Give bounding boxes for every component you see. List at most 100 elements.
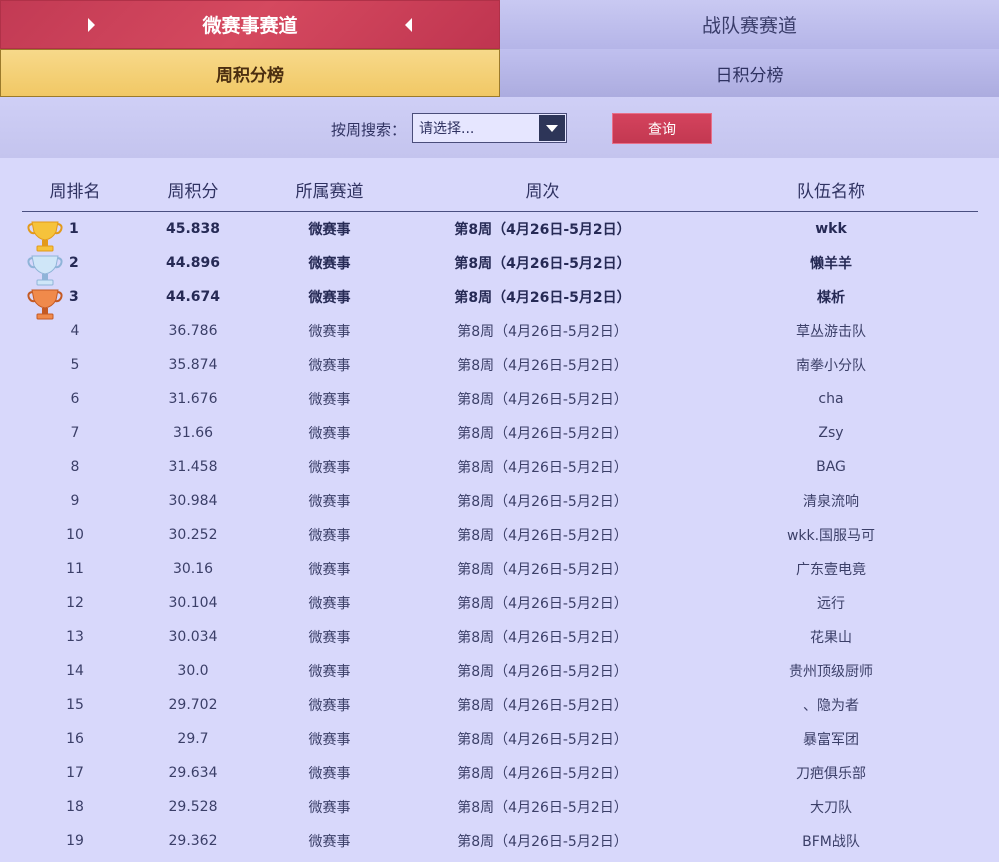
rank-value: 16: [66, 731, 84, 747]
cell-rank: 18: [22, 799, 128, 815]
gold-trophy-icon: [27, 221, 63, 252]
cell-track: 微赛事: [308, 562, 351, 578]
tab-micro-event-track[interactable]: 微赛事赛道: [0, 0, 500, 49]
cell-team: wkk.国服马可: [786, 528, 876, 544]
cell-team: 楳析: [817, 290, 845, 306]
cell-score: 44.896: [165, 255, 221, 271]
cell-track: 微赛事: [308, 766, 351, 782]
cell-rank: 10: [22, 527, 128, 543]
header-team: 队伍名称: [797, 182, 865, 202]
cell-week: 第8周（4月26日-5月2日）: [457, 664, 628, 680]
cell-track: 微赛事: [308, 290, 351, 306]
week-select[interactable]: 请选择...: [412, 113, 567, 143]
search-bar: 按周搜索： 请选择... 查询: [0, 97, 999, 158]
cell-rank: 13: [22, 629, 128, 645]
tab-team-event-track[interactable]: 战队赛赛道: [500, 0, 999, 49]
cell-team: 暴富军团: [803, 732, 859, 748]
rank-value: 2: [69, 255, 79, 271]
rank-value: 13: [66, 629, 84, 645]
week-select-value: 请选择...: [419, 121, 475, 137]
tab-label: 日积分榜: [715, 65, 784, 86]
cell-team: 懒羊羊: [810, 256, 852, 272]
cell-score: 29.634: [168, 765, 218, 781]
cell-track: 微赛事: [308, 528, 351, 544]
table-row: 14 30.0 微赛事 第8周（4月26日-5月2日） 贵州顶级厨师: [22, 654, 978, 688]
rank-value: 5: [70, 357, 80, 373]
cell-score: 31.458: [168, 459, 218, 475]
rank-value: 11: [66, 561, 84, 577]
search-label: 按周搜索：: [331, 121, 407, 139]
cell-week: 第8周（4月26日-5月2日）: [454, 222, 631, 238]
cell-rank: 11: [22, 561, 128, 577]
tab-label: 周积分榜: [216, 65, 284, 86]
tab-weekly-board[interactable]: 周积分榜: [0, 49, 500, 97]
cell-week: 第8周（4月26日-5月2日）: [457, 528, 628, 544]
cell-week: 第8周（4月26日-5月2日）: [454, 256, 631, 272]
cell-score: 29.702: [168, 697, 218, 713]
cell-week: 第8周（4月26日-5月2日）: [457, 358, 628, 374]
cell-team: 清泉流响: [803, 494, 859, 510]
query-button[interactable]: 查询: [612, 113, 712, 144]
header-week: 周次: [525, 182, 560, 202]
cell-track: 微赛事: [308, 460, 351, 476]
cell-week: 第8周（4月26日-5月2日）: [457, 562, 628, 578]
table-row: 10 30.252 微赛事 第8周（4月26日-5月2日） wkk.国服马可: [22, 518, 978, 552]
cell-track: 微赛事: [308, 664, 351, 680]
table-row: 2 44.896 微赛事 第8周（4月26日-5月2日） 懒羊羊: [22, 246, 978, 286]
cell-score: 30.984: [168, 493, 218, 509]
rank-value: 15: [66, 697, 84, 713]
cell-score: 30.034: [168, 629, 218, 645]
cell-week: 第8周（4月26日-5月2日）: [457, 392, 628, 408]
table-row: 16 29.7 微赛事 第8周（4月26日-5月2日） 暴富军团: [22, 722, 978, 756]
cell-rank: 19: [22, 833, 128, 849]
rank-value: 18: [66, 799, 84, 815]
table-row: 17 29.634 微赛事 第8周（4月26日-5月2日） 刀疤俱乐部: [22, 756, 978, 790]
cell-team: 南拳小分队: [796, 358, 866, 374]
table-row: 6 31.676 微赛事 第8周（4月26日-5月2日） cha: [22, 382, 978, 416]
cell-track: 微赛事: [308, 596, 351, 612]
dropdown-button[interactable]: [539, 115, 565, 141]
cell-team: Zsy: [818, 425, 844, 441]
cell-week: 第8周（4月26日-5月2日）: [457, 732, 628, 748]
cell-score: 31.676: [168, 391, 218, 407]
tab-label: 微赛事赛道: [202, 15, 298, 37]
board-tabs: 周积分榜 日积分榜: [0, 49, 999, 97]
rank-value: 1: [69, 221, 79, 237]
cell-track: 微赛事: [308, 800, 351, 816]
cell-score: 31.66: [172, 425, 214, 441]
table-row: 11 30.16 微赛事 第8周（4月26日-5月2日） 广东壹电竟: [22, 552, 978, 586]
cell-rank: 5: [22, 357, 128, 373]
header-rank: 周排名: [49, 182, 101, 202]
cell-team: 花果山: [810, 630, 852, 646]
silver-trophy-icon: [27, 255, 63, 286]
table-row: 4 36.786 微赛事 第8周（4月26日-5月2日） 草丛游击队: [22, 314, 978, 348]
cell-score: 29.7: [177, 731, 209, 747]
table-row: 3 44.674 微赛事 第8周（4月26日-5月2日） 楳析: [22, 280, 978, 320]
bronze-trophy-icon: [27, 289, 63, 320]
cell-score: 29.362: [168, 833, 218, 849]
cell-track: 微赛事: [308, 834, 351, 850]
cell-track: 微赛事: [308, 494, 351, 510]
rank-value: 17: [66, 765, 84, 781]
table-row: 18 29.528 微赛事 第8周（4月26日-5月2日） 大刀队: [22, 790, 978, 824]
tab-daily-board[interactable]: 日积分榜: [500, 49, 999, 97]
rank-value: 19: [66, 833, 84, 849]
table-body: 1 45.838 微赛事 第8周（4月26日-5月2日） wkk 2 44.896 微赛事 第8…: [22, 212, 978, 858]
cell-rank: 16: [22, 731, 128, 747]
cell-score: 36.786: [168, 323, 218, 339]
cell-track: 微赛事: [308, 392, 351, 408]
cell-team: 广东壹电竟: [796, 562, 866, 578]
leaderboard-table: 周排名 周积分 所属赛道 周次 队伍名称 1 45.838 微赛事 第8周（4月26日…: [22, 168, 978, 858]
cell-week: 第8周（4月26日-5月2日）: [457, 460, 628, 476]
cell-week: 第8周（4月26日-5月2日）: [457, 834, 628, 850]
track-tabs: 微赛事赛道 战队赛赛道: [0, 0, 999, 49]
cell-score: 45.838: [165, 221, 221, 237]
tab-label: 战队赛赛道: [701, 15, 797, 37]
cell-track: 微赛事: [308, 324, 351, 340]
rank-value: 9: [70, 493, 80, 509]
table-row: 7 31.66 微赛事 第8周（4月26日-5月2日） Zsy: [22, 416, 978, 450]
cell-rank: 8: [22, 459, 128, 475]
table-row: 5 35.874 微赛事 第8周（4月26日-5月2日） 南拳小分队: [22, 348, 978, 382]
cell-team: cha: [818, 391, 844, 407]
cell-week: 第8周（4月26日-5月2日）: [457, 630, 628, 646]
